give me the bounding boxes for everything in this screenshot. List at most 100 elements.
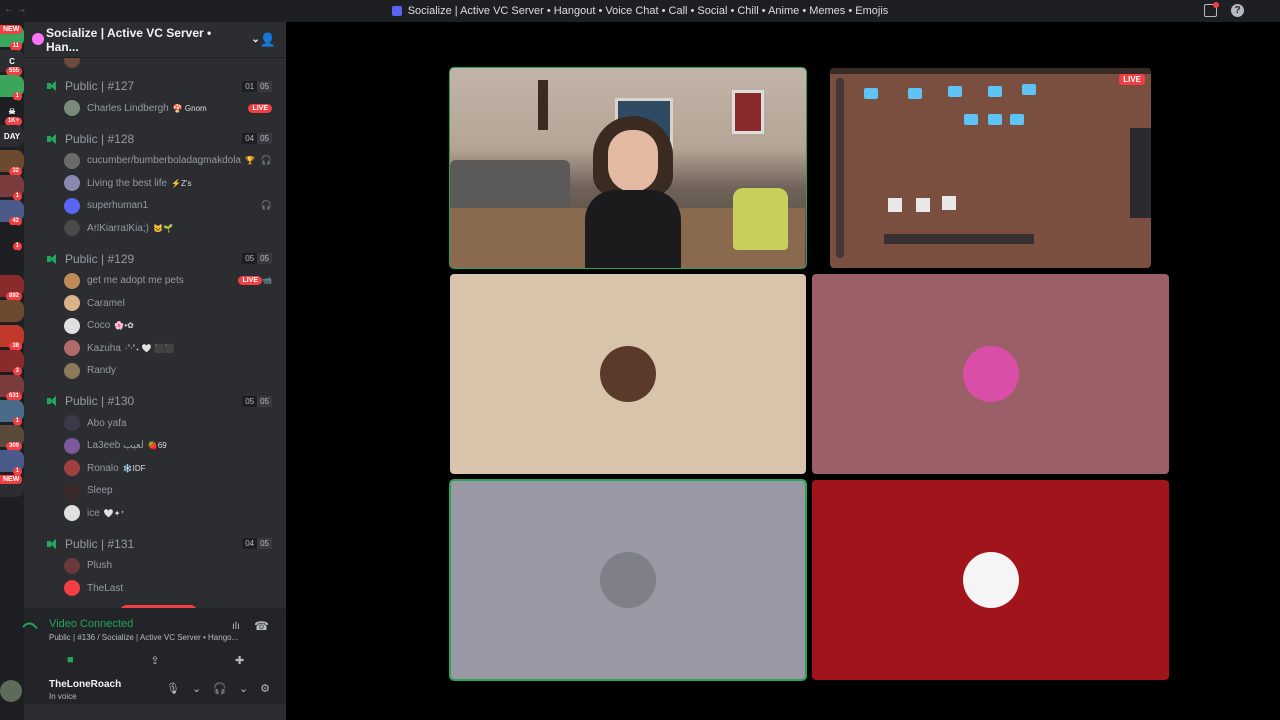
voice-status-row: Video Connected Public | #136 / Socializ…	[22, 617, 286, 645]
activity-button[interactable]: ✚	[220, 651, 260, 669]
avatar	[64, 175, 80, 191]
chevron-down-icon[interactable]: ⌄	[239, 682, 248, 695]
avatar[interactable]	[0, 680, 22, 702]
username[interactable]: TheLoneRoach	[49, 679, 121, 690]
nav-arrows[interactable]: ← →	[4, 4, 27, 15]
voice-channel-name: Public | #128	[65, 131, 135, 146]
video-tile-avatar[interactable]	[449, 479, 807, 681]
speaker-icon	[46, 80, 58, 92]
avatar	[64, 197, 80, 214]
voice-member[interactable]: superhuman1 🎧	[64, 196, 286, 216]
server-icon[interactable]	[0, 300, 24, 322]
participant-avatar	[600, 552, 656, 608]
voice-member[interactable]: get me adopt me pets LIVE 📹	[64, 271, 286, 291]
help-icon[interactable]: ?	[1231, 4, 1244, 17]
video-tile-avatar[interactable]	[812, 274, 1169, 474]
server-icon[interactable]: 38	[0, 325, 24, 351]
server-icon[interactable]: 1	[0, 225, 24, 251]
server-icon[interactable]: DAY	[0, 125, 24, 147]
member-name: Coco	[87, 320, 111, 331]
disconnect-icon[interactable]: ☎	[254, 619, 270, 633]
server-icon[interactable]: 1	[0, 400, 24, 426]
signal-icon[interactable]	[22, 619, 38, 635]
user-limit-max: 05	[257, 538, 272, 549]
person-face	[608, 130, 658, 192]
list-item[interactable]	[64, 58, 286, 70]
noise-suppression-icon[interactable]: ılı	[232, 621, 246, 633]
server-icon[interactable]: 309	[0, 425, 24, 451]
video-tile-screenshare[interactable]: LIVE	[830, 68, 1151, 268]
server-icon[interactable]: 1	[0, 75, 24, 101]
avatar	[64, 557, 80, 574]
voice-member[interactable]: cucumber/bumberboladagmakdola 🏆 🎧	[64, 151, 286, 171]
member-name: La3eeb لعيب	[87, 440, 144, 451]
user-count: 05	[242, 253, 258, 264]
video-tile-camera[interactable]	[449, 67, 807, 269]
add-user-icon[interactable]: 👤	[260, 32, 276, 48]
microphone-icon[interactable]: 🎙	[166, 682, 180, 695]
avatar	[64, 340, 80, 356]
voice-channel[interactable]: Public | #127 01 05	[24, 76, 286, 96]
app-icon	[391, 6, 402, 16]
screen-share-button[interactable]: ⇪	[135, 651, 175, 669]
voice-member[interactable]: La3eeb لعيب 🍓69	[64, 436, 286, 456]
deafened-icon: 🎧	[260, 155, 272, 165]
voice-member[interactable]: Plush	[64, 556, 286, 576]
voice-member[interactable]: Randy	[64, 361, 286, 381]
voice-member[interactable]: A𝔣𝔩Kiarra𝔩Kia;) 🐱🌱	[64, 218, 286, 238]
voice-member[interactable]: Ronalo ❄️IDF	[64, 458, 286, 478]
live-badge: LIVE	[1119, 74, 1145, 85]
headset-icon[interactable]: 🎧	[213, 682, 227, 695]
voice-member[interactable]: Kazuha ·˚‧˚₊ 🤍 ⬛⬛	[64, 338, 286, 358]
server-icon[interactable]: 3	[0, 350, 24, 376]
voice-status[interactable]: Video Connected	[49, 618, 133, 630]
folder-icon	[988, 114, 1002, 125]
voice-member[interactable]: Caramel	[64, 293, 286, 313]
inbox-icon[interactable]	[1204, 2, 1219, 17]
voice-member[interactable]: Sleep	[64, 481, 286, 501]
avatar	[64, 100, 80, 116]
server-icon[interactable]: ☠ 1K+	[0, 100, 24, 126]
voice-member[interactable]: Abo yafa	[64, 413, 286, 433]
voice-channel-name: Public | #130	[65, 394, 135, 408]
member-name: Living the best life	[87, 177, 168, 189]
user-limit-max: 05	[257, 395, 272, 407]
server-icon[interactable]: C 555	[0, 50, 24, 76]
server-icon[interactable]: 892	[0, 275, 24, 301]
new-badge: NEW	[0, 475, 23, 484]
server-icon[interactable]: 42	[0, 200, 24, 226]
camera-button[interactable]: ■	[50, 651, 90, 669]
server-icon[interactable]	[0, 250, 24, 272]
voice-channel[interactable]: Public | #131 04 05	[24, 534, 286, 554]
server-icon[interactable]: 11 NEW	[0, 25, 24, 51]
chevron-down-icon[interactable]: ⌄	[192, 682, 201, 695]
voice-member[interactable]: Living the best life ⚡Z's	[64, 173, 286, 193]
user-limit: 04 05	[242, 538, 272, 549]
voice-channel-name: Public | #127	[65, 79, 135, 93]
server-icon[interactable]: 1	[0, 175, 24, 201]
folder-icon	[948, 86, 962, 97]
channel-sidebar: Socialize | Active VC Server • Han... ⌄ …	[0, 22, 286, 720]
voice-channel[interactable]: Public | #130 05 05	[24, 391, 286, 411]
server-icon[interactable]: NEW	[0, 475, 24, 497]
member-name: Randy	[87, 365, 116, 376]
user-count: 01	[242, 80, 258, 92]
voice-member[interactable]: TheLast	[64, 578, 286, 598]
video-tile-avatar[interactable]	[812, 480, 1169, 680]
server-icon[interactable]: 631	[0, 375, 24, 401]
voice-member[interactable]: Coco 🌸•✿	[64, 316, 286, 336]
user-limit: 05 05	[242, 395, 272, 407]
video-tile-avatar[interactable]	[450, 274, 806, 474]
avatar	[64, 460, 80, 476]
voice-member[interactable]: ice 🤍✦⁺	[64, 503, 286, 523]
voice-channel-name[interactable]: Public | #136 / Socialize | Active VC Se…	[49, 633, 238, 642]
server-header[interactable]: Socialize | Active VC Server • Han... ⌄ …	[24, 22, 286, 58]
wall-decor	[538, 80, 548, 130]
voice-channel[interactable]: Public | #129 05 05	[24, 249, 286, 269]
chevron-down-icon[interactable]: ⌄	[251, 34, 259, 45]
voice-member[interactable]: Charles Lindbergh 🍄 Gnom LIVE	[64, 98, 286, 118]
server-icon[interactable]: 32	[0, 150, 24, 176]
voice-channel[interactable]: Public | #128 04 05	[24, 129, 286, 149]
gear-icon[interactable]: ⚙	[260, 682, 270, 695]
server-icon[interactable]: 1	[0, 450, 24, 476]
